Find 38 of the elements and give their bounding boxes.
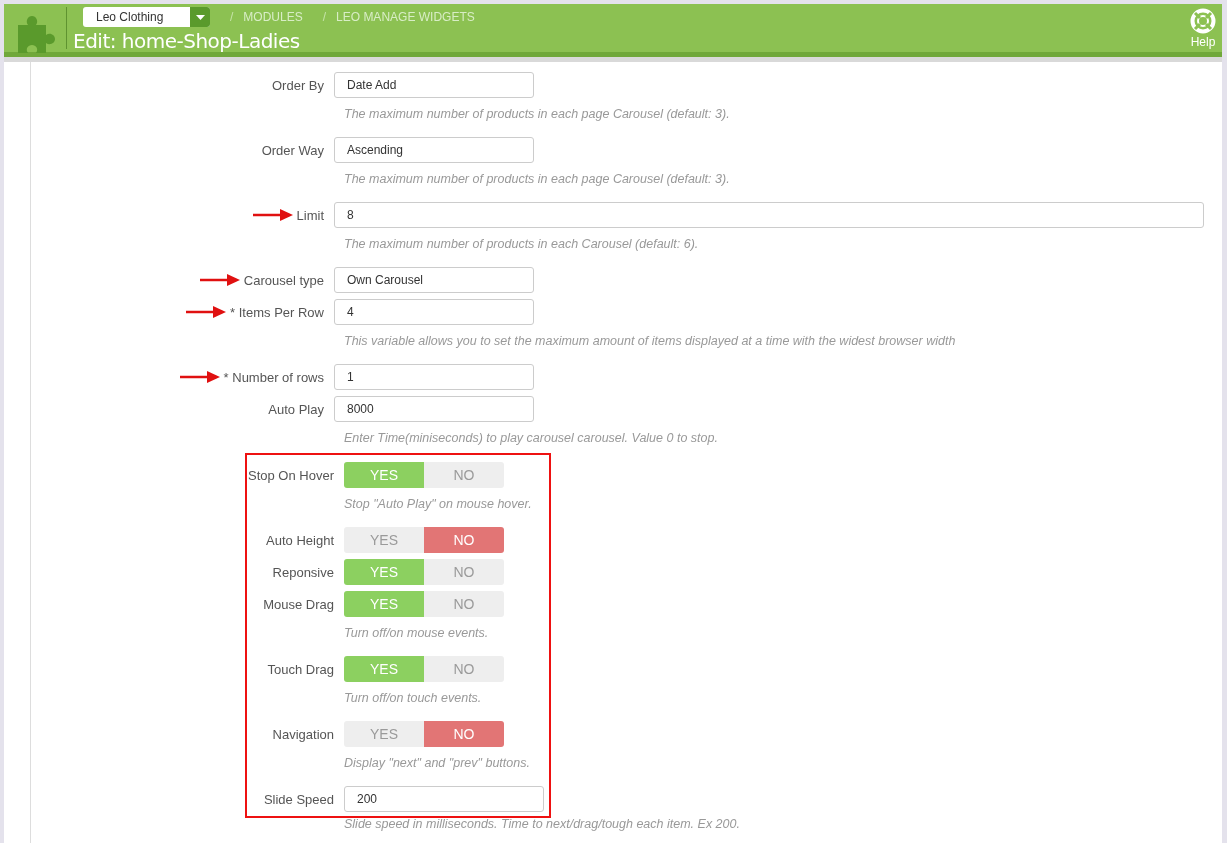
input-field[interactable]: 200 [344,786,544,812]
field-label: Stop On Hover [248,467,334,483]
help-text: This variable allows you to set the maximum amount of items displayed at a time with the widest browser width [344,333,957,350]
field-label: Auto Play [268,401,324,417]
field-label: Slide Speed [263,791,334,807]
field-label: Auto Height [266,532,334,548]
help-text: Stop "Auto Play" on mouse hover. [344,496,533,513]
input-field[interactable]: 4 [334,299,534,325]
field-label: Reponsive [272,564,334,580]
field-label: Carousel type [243,272,324,288]
input-field[interactable]: Own Carousel [334,267,534,293]
field-label: Order Way [261,142,324,158]
lifebuoy-icon [1190,8,1216,34]
input-field[interactable]: Date Add [334,72,534,98]
help-text: Slide speed in milliseconds. Time to next/drag/tough each item. Ex 200. [344,816,741,833]
field-label: Mouse Drag [263,596,334,612]
field-label: Navigation [272,726,334,742]
help-text: The maximum number of products in each Carousel (default: 6). [344,236,700,253]
field-label: Order By [272,77,324,93]
help-text: The maximum number of products in each page Carousel (default: 3). [344,106,731,123]
caret-icon [195,14,205,20]
shop-selector[interactable]: Leo Clothing [83,7,210,27]
field-label: Limit [296,207,324,223]
help-text: Enter Time(miniseconds) to play carousel carousel. Value 0 to stop. [344,430,719,447]
help-text: The maximum number of products in each page Carousel (default: 3). [344,171,731,188]
input-field[interactable]: 8000 [334,396,534,422]
help-text: Turn off/on mouse events. [344,625,490,642]
breadcrumb-separator: / [230,10,234,24]
help-text: Turn off/on touch events. [344,690,483,707]
page-title: Edit: home-Shop-Ladies [73,29,301,53]
breadcrumb-separator: / [322,10,327,24]
field-label: * Items Per Row [230,304,324,320]
input-field[interactable]: 1 [334,364,534,390]
input-field[interactable]: 8 [334,202,1204,228]
help-text: Display "next" and "prev" buttons. [344,755,531,772]
field-label: Touch Drag [267,661,334,677]
input-field[interactable]: Ascending [334,137,534,163]
field-label: * Number of rows [223,369,324,385]
